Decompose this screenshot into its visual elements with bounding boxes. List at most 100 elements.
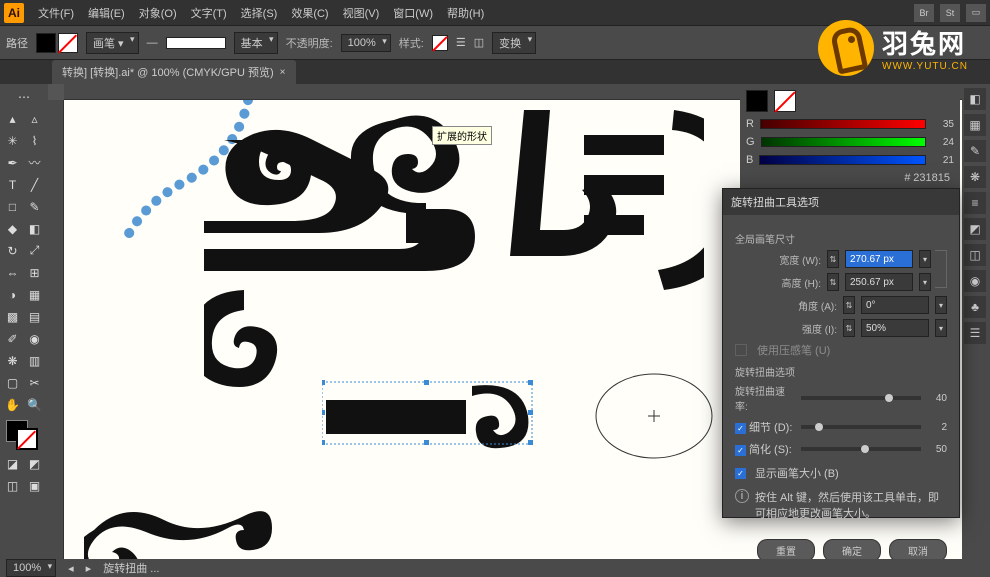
panel-symbols-icon[interactable]: ❋ [964, 166, 986, 188]
free-transform-tool[interactable]: ⊞ [24, 262, 45, 283]
detail-slider[interactable] [801, 425, 921, 429]
fill-stroke-control[interactable] [2, 420, 46, 452]
slider-g[interactable] [761, 137, 926, 147]
hand-tool[interactable]: ✋ [2, 394, 23, 415]
ruler-vertical[interactable] [48, 100, 64, 559]
slider-r[interactable] [760, 119, 926, 129]
menu-select[interactable]: 选择(S) [235, 1, 284, 25]
intensity-dropdown[interactable]: ▾ [935, 319, 947, 337]
artboard-nav-prev[interactable]: ◂ [68, 562, 74, 575]
menu-type[interactable]: 文字(T) [185, 1, 233, 25]
bridge-button[interactable]: Br [914, 4, 934, 22]
slice-tool[interactable]: ✂ [24, 372, 45, 393]
zoom-select[interactable]: 100% [6, 559, 56, 577]
gradient-tool[interactable]: ▤ [24, 306, 45, 327]
arrange-button[interactable]: ▭ [966, 4, 986, 22]
brush-select[interactable]: 画笔 ▾ [86, 32, 139, 54]
screen-mode[interactable]: ▣ [24, 475, 45, 496]
style-swatch[interactable] [432, 35, 448, 51]
watermark-zh: 羽兔网 [882, 24, 968, 61]
panel-layers-icon[interactable]: ☰ [964, 322, 986, 344]
stroke-swatch[interactable] [58, 33, 78, 53]
stock-button[interactable]: St [940, 4, 960, 22]
rotate-tool[interactable]: ↻ [2, 240, 23, 261]
brush-tool[interactable]: ✎ [24, 196, 45, 217]
lasso-tool[interactable]: ⌇ [24, 130, 45, 151]
direct-select-tool[interactable]: ▵ [24, 108, 45, 129]
graph-tool[interactable]: ▥ [24, 350, 45, 371]
height-input[interactable] [845, 273, 913, 291]
draw-mode[interactable]: ◫ [2, 475, 23, 496]
magic-wand-tool[interactable]: ✳ [2, 130, 23, 151]
menu-effect[interactable]: 效果(C) [285, 1, 334, 25]
hex-value[interactable]: 231815 [913, 172, 950, 184]
width-stepper[interactable]: ⇅ [827, 250, 839, 268]
simplify-slider[interactable] [801, 447, 921, 451]
curvature-tool[interactable]: 〰 [24, 152, 45, 173]
perspective-tool[interactable]: ▦ [24, 284, 45, 305]
shape-builder-tool[interactable]: ◑ [2, 284, 23, 305]
scale-tool[interactable]: ⤢ [24, 240, 45, 261]
angle-dropdown[interactable]: ▾ [935, 296, 947, 314]
eraser-tool[interactable]: ◧ [24, 218, 45, 239]
line-tool[interactable]: ╱ [24, 174, 45, 195]
angle-input[interactable] [861, 296, 929, 314]
menu-edit[interactable]: 编辑(E) [82, 1, 131, 25]
panel-transparency-icon[interactable]: ◫ [964, 244, 986, 266]
artboard-tool[interactable]: ▢ [2, 372, 23, 393]
transform-button[interactable]: 变换 [492, 32, 536, 54]
menu-window[interactable]: 窗口(W) [387, 1, 439, 25]
rect-tool[interactable]: □ [2, 196, 23, 217]
pen-tool[interactable]: ✒ [2, 152, 23, 173]
simplify-checkbox[interactable]: ✓ [735, 445, 746, 456]
opacity-select[interactable]: 100% [341, 34, 391, 52]
stroke-color-icon[interactable] [16, 428, 38, 450]
artboard-nav-next[interactable]: ▸ [86, 562, 92, 575]
slider-b[interactable] [759, 155, 926, 165]
panel-appearance-icon[interactable]: ◉ [964, 270, 986, 292]
document-tab[interactable]: 转换] [转换].ai* @ 100% (CMYK/GPU 预览) × [52, 60, 296, 84]
intensity-stepper[interactable]: ⇅ [843, 319, 855, 337]
tab-close-icon[interactable]: × [280, 67, 286, 78]
stroke-preview[interactable] [166, 37, 226, 49]
type-tool[interactable]: T [2, 174, 23, 195]
shape-icon[interactable]: ◫ [474, 36, 484, 49]
color-stroke-swatch[interactable] [774, 90, 796, 112]
panel-graphic-styles-icon[interactable]: ♣ [964, 296, 986, 318]
eyedropper-tool[interactable]: ✐ [2, 328, 23, 349]
width-dropdown[interactable]: ▾ [919, 250, 931, 268]
panel-brushes-icon[interactable]: ✎ [964, 140, 986, 162]
zoom-tool[interactable]: 🔍 [24, 394, 45, 415]
panel-color-icon[interactable]: ◧ [964, 88, 986, 110]
menu-view[interactable]: 视图(V) [337, 1, 386, 25]
menu-object[interactable]: 对象(O) [133, 1, 183, 25]
width-input[interactable] [845, 250, 913, 268]
panel-stroke-icon[interactable]: ≡ [964, 192, 986, 214]
width-tool[interactable]: ⇔ [2, 262, 23, 283]
artwork-selected-bar[interactable] [322, 380, 552, 450]
brush-def-select[interactable]: 基本 [234, 32, 278, 54]
height-dropdown[interactable]: ▾ [919, 273, 931, 291]
color-fill-swatch[interactable] [746, 90, 768, 112]
fill-swatch[interactable] [36, 33, 56, 53]
mesh-tool[interactable]: ▩ [2, 306, 23, 327]
link-wh-icon[interactable] [935, 250, 947, 288]
rate-slider[interactable] [801, 396, 921, 400]
detail-checkbox[interactable]: ✓ [735, 423, 746, 434]
symbol-tool[interactable]: ❋ [2, 350, 23, 371]
height-stepper[interactable]: ⇅ [827, 273, 839, 291]
angle-stepper[interactable]: ⇅ [843, 296, 855, 314]
color-mode[interactable]: ◪ [2, 453, 23, 474]
panel-swatches-icon[interactable]: ▦ [964, 114, 986, 136]
menu-help[interactable]: 帮助(H) [441, 1, 490, 25]
intensity-input[interactable] [861, 319, 929, 337]
blend-tool[interactable]: ◉ [24, 328, 45, 349]
selection-tool[interactable]: ▴ [2, 108, 23, 129]
align-icon[interactable]: ☰ [456, 36, 466, 49]
showsize-checkbox[interactable]: ✓ [735, 468, 746, 479]
shaper-tool[interactable]: ◆ [2, 218, 23, 239]
panel-gradient-icon[interactable]: ◩ [964, 218, 986, 240]
toolbar-grip[interactable]: ⋯ [2, 86, 46, 107]
menu-file[interactable]: 文件(F) [32, 1, 80, 25]
gradient-mode[interactable]: ◩ [24, 453, 45, 474]
